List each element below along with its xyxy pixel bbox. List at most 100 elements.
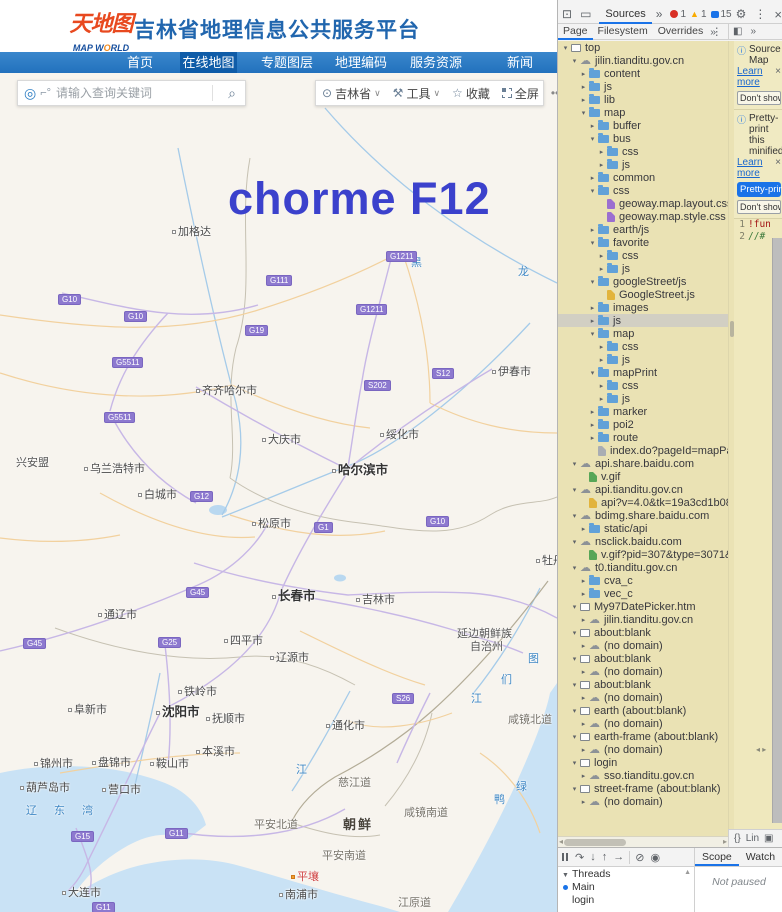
tree-item[interactable]: ▸js xyxy=(558,80,728,93)
kebab-menu-icon[interactable]: ⋮ xyxy=(712,26,723,38)
tree-item[interactable]: ▾about:blank xyxy=(558,678,728,691)
step-out-icon[interactable]: ↑ xyxy=(599,851,611,863)
tree-item[interactable]: ▸js xyxy=(558,314,728,327)
tree-item[interactable]: v.gif?pid=307&type=3071&sign=&dest xyxy=(558,548,728,561)
tree-item[interactable]: ▸js xyxy=(558,353,728,366)
tree-open-icon[interactable]: ▾ xyxy=(570,564,579,572)
tree-item[interactable]: api?v=4.0&tk=19a3cd1b08ddbfeb3701f xyxy=(558,496,728,509)
warning-badge[interactable]: ▲1 xyxy=(690,9,706,20)
dont-show-button[interactable]: Don't show a xyxy=(737,200,781,214)
error-badge[interactable]: 1 xyxy=(670,9,686,20)
learn-more-link[interactable]: Learn more xyxy=(737,66,773,88)
tree-open-icon[interactable]: ▾ xyxy=(570,538,579,546)
nav-item-0[interactable]: 首页 xyxy=(115,52,165,73)
more-button[interactable]: ••• xyxy=(545,86,557,100)
tree-item[interactable]: index.do?pageId=mapPage xyxy=(558,444,728,457)
tree-item[interactable]: ▸images xyxy=(558,301,728,314)
tree-closed-icon[interactable]: ▸ xyxy=(597,356,606,364)
scroll-left-icon[interactable]: ◂ xyxy=(559,837,563,846)
tree-item[interactable]: ▾☁api.tianditu.gov.cn xyxy=(558,483,728,496)
tree-closed-icon[interactable]: ▸ xyxy=(579,577,588,585)
nav-item-4[interactable]: 服务资源 xyxy=(410,52,462,73)
step-into-icon[interactable]: ↓ xyxy=(587,851,599,863)
tree-item[interactable]: ▾☁nsclick.baidu.com xyxy=(558,535,728,548)
tree-item[interactable]: ▾login xyxy=(558,756,728,769)
tree-item[interactable]: ▸☁(no domain) xyxy=(558,717,728,730)
step-over-icon[interactable]: ↷ xyxy=(572,851,587,864)
learn-more-link[interactable]: Learn more xyxy=(737,157,773,179)
editor-scrollbar[interactable] xyxy=(772,238,782,823)
step-icon[interactable]: → xyxy=(610,851,627,863)
hide-navigator-icon[interactable]: ◧ xyxy=(729,26,746,37)
search-input[interactable] xyxy=(56,86,206,100)
tree-closed-icon[interactable]: ▸ xyxy=(588,434,597,442)
tree-closed-icon[interactable]: ▸ xyxy=(588,421,597,429)
tree-open-icon[interactable]: ▾ xyxy=(570,629,579,637)
tree-item[interactable]: ▸css xyxy=(558,249,728,262)
tree-item[interactable]: ▸☁(no domain) xyxy=(558,691,728,704)
favorite-button[interactable]: ☆ 收藏 xyxy=(446,85,496,102)
tree-closed-icon[interactable]: ▸ xyxy=(579,96,588,104)
nav-item-5[interactable]: 新闻 xyxy=(490,52,550,73)
tree-closed-icon[interactable]: ▸ xyxy=(579,746,588,754)
tab-watch[interactable]: Watch xyxy=(739,848,782,866)
tools-dropdown[interactable]: ⚒ 工具 ∨ xyxy=(387,85,446,102)
tree-closed-icon[interactable]: ▸ xyxy=(588,317,597,325)
tab-page[interactable]: Page xyxy=(558,24,593,40)
tree-open-icon[interactable]: ▾ xyxy=(570,733,579,741)
search-icon[interactable]: ⌕ xyxy=(219,85,245,102)
tree-item[interactable]: ▾My97DatePicker.htm xyxy=(558,600,728,613)
settings-gear-icon[interactable]: ⚙ xyxy=(732,7,751,21)
inspect-icon[interactable]: ⊡ xyxy=(558,7,576,21)
tree-item[interactable]: ▸☁jilin.tianditu.gov.cn xyxy=(558,613,728,626)
scroll-right-icon[interactable]: ▸ xyxy=(723,837,727,846)
tree-open-icon[interactable]: ▾ xyxy=(588,278,597,286)
fullscreen-button[interactable]: 全屏 xyxy=(496,85,545,102)
tree-closed-icon[interactable]: ▸ xyxy=(579,798,588,806)
tree-open-icon[interactable]: ▾ xyxy=(579,109,588,117)
tree-item[interactable]: ▸☁(no domain) xyxy=(558,639,728,652)
tree-item[interactable]: ▸static/api xyxy=(558,522,728,535)
tree-item[interactable]: v.gif xyxy=(558,470,728,483)
tree-item[interactable]: ▾bus xyxy=(558,132,728,145)
tree-closed-icon[interactable]: ▸ xyxy=(588,408,597,416)
tree-item[interactable]: ▾earth-frame (about:blank) xyxy=(558,730,728,743)
messages-badge[interactable]: 15 xyxy=(711,9,732,20)
tree-item[interactable]: ▸vec_c xyxy=(558,587,728,600)
tree-item[interactable]: ▸☁(no domain) xyxy=(558,665,728,678)
tree-item[interactable]: ▾about:blank xyxy=(558,626,728,639)
tree-item[interactable]: ▾☁api.share.baidu.com xyxy=(558,457,728,470)
tree-closed-icon[interactable]: ▸ xyxy=(588,304,597,312)
close-icon[interactable]: × xyxy=(775,157,781,179)
tree-item[interactable]: ▾map xyxy=(558,327,728,340)
tree-open-icon[interactable]: ▾ xyxy=(570,460,579,468)
tree-open-icon[interactable]: ▾ xyxy=(570,655,579,663)
thread-item-login[interactable]: login xyxy=(558,894,694,907)
tree-open-icon[interactable]: ▾ xyxy=(588,187,597,195)
tree-open-icon[interactable]: ▾ xyxy=(588,135,597,143)
tree-item[interactable]: ▸css xyxy=(558,379,728,392)
tree-item[interactable]: ▸common xyxy=(558,171,728,184)
tree-open-icon[interactable]: ▾ xyxy=(570,603,579,611)
tree-closed-icon[interactable]: ▸ xyxy=(597,148,606,156)
tree-item[interactable]: ▸lib xyxy=(558,93,728,106)
tree-closed-icon[interactable]: ▸ xyxy=(579,590,588,598)
tree-item[interactable]: ▸☁sso.tianditu.gov.cn xyxy=(558,769,728,782)
tree-open-icon[interactable]: ▾ xyxy=(570,512,579,520)
route-icon[interactable]: ⌐° xyxy=(40,87,51,99)
tree-open-icon[interactable]: ▾ xyxy=(570,785,579,793)
tree-closed-icon[interactable]: ▸ xyxy=(597,395,606,403)
tree-item[interactable]: ▸cva_c xyxy=(558,574,728,587)
tree-item[interactable]: geoway.map.style.css xyxy=(558,210,728,223)
tree-item[interactable]: geoway.map.layout.css xyxy=(558,197,728,210)
tree-open-icon[interactable]: ▾ xyxy=(588,330,597,338)
tree-item[interactable]: ▾☁t0.tianditu.gov.cn xyxy=(558,561,728,574)
tab-overrides[interactable]: Overrides xyxy=(653,24,709,40)
tree-item[interactable]: ▸☁(no domain) xyxy=(558,795,728,808)
tree-item[interactable]: ▸marker xyxy=(558,405,728,418)
window-icon[interactable]: ▣ xyxy=(764,833,773,844)
tree-closed-icon[interactable]: ▸ xyxy=(579,616,588,624)
close-icon[interactable]: × xyxy=(775,66,781,88)
tree-closed-icon[interactable]: ▸ xyxy=(597,382,606,390)
tree-closed-icon[interactable]: ▸ xyxy=(579,70,588,78)
